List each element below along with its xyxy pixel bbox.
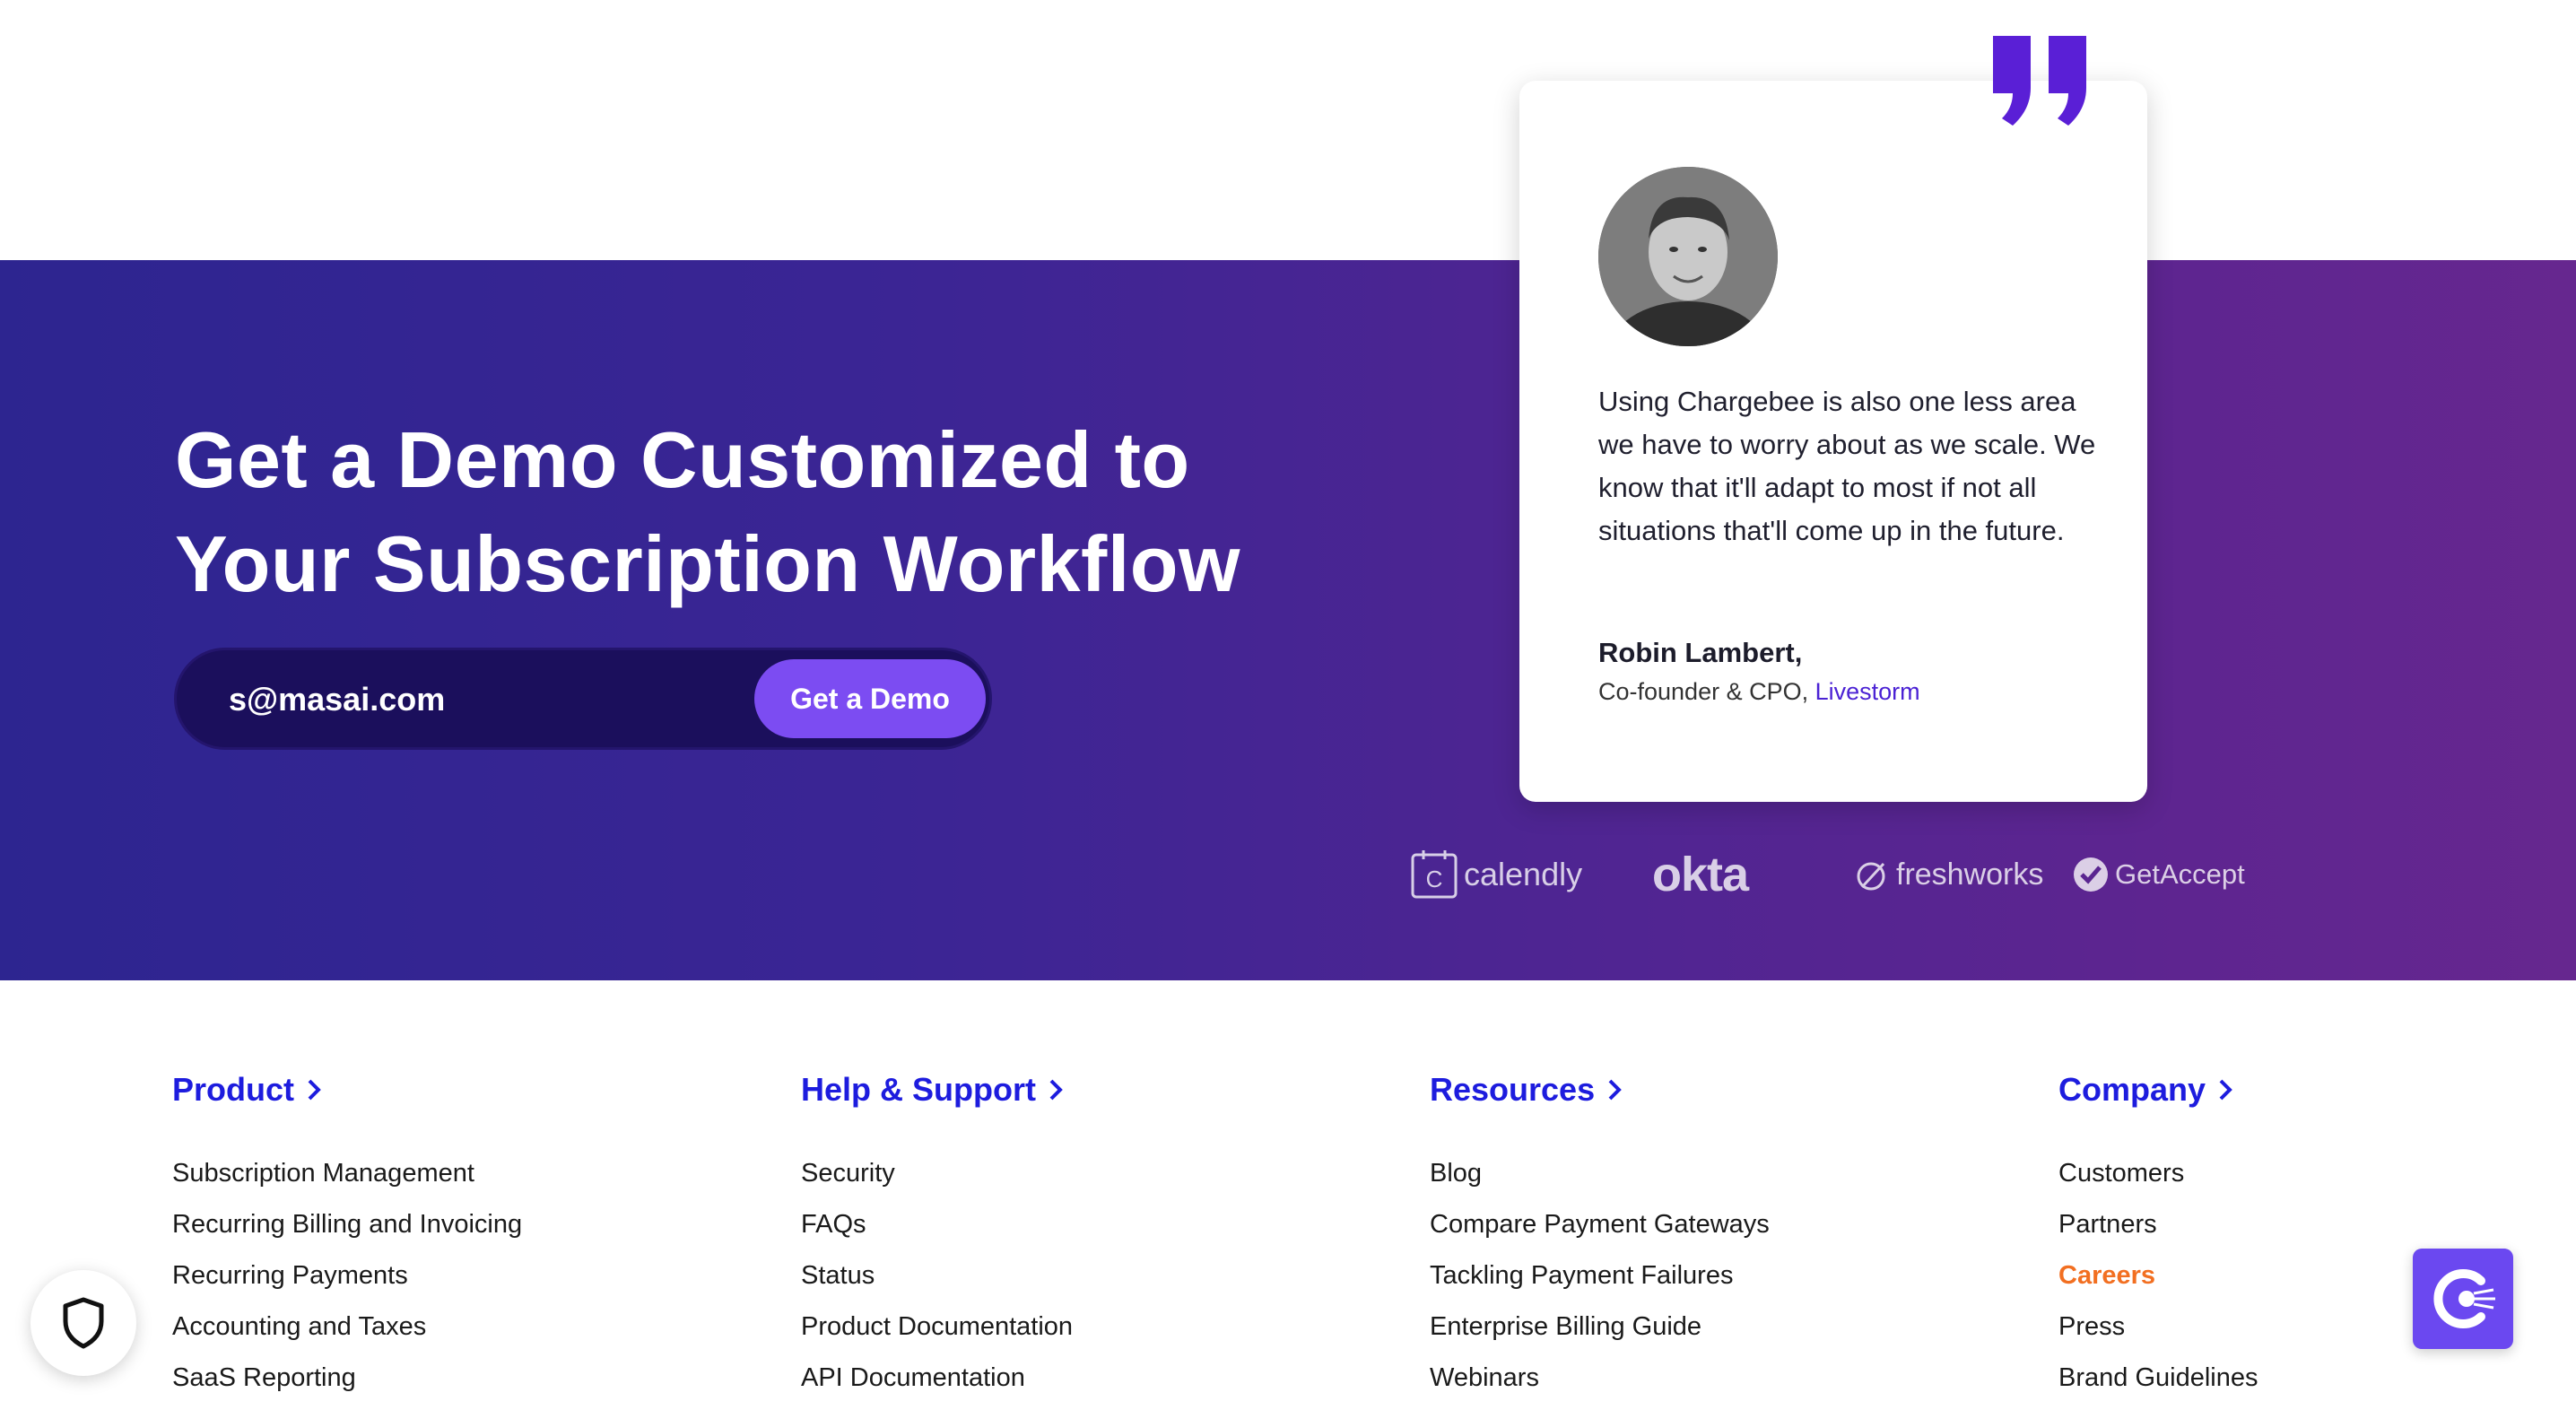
- footer-link[interactable]: Customers: [2058, 1148, 2258, 1199]
- shield-icon: [63, 1297, 104, 1349]
- chevron-right-icon: [308, 1079, 321, 1101]
- chargebee-chat-icon: [2433, 1269, 2495, 1328]
- freshworks-logo: freshworks: [1855, 843, 2043, 906]
- privacy-shield-button[interactable]: [30, 1270, 136, 1376]
- testimonial-company-link[interactable]: Livestorm: [1815, 678, 1920, 705]
- calendly-wordmark: calendly: [1464, 856, 1583, 892]
- footer-link[interactable]: Recurring Payments: [172, 1250, 522, 1301]
- footer-heading-label: Resources: [1430, 1071, 1596, 1108]
- footer-column-product: Product Subscription Management Recurrin…: [172, 1067, 522, 1404]
- testimonial-role-text: Co-founder & CPO,: [1598, 678, 1815, 705]
- footer-link[interactable]: Security: [801, 1148, 1073, 1199]
- footer-link[interactable]: Enterprise Billing Guide: [1430, 1301, 1770, 1353]
- footer-link[interactable]: FAQs: [801, 1199, 1073, 1250]
- getaccept-logo: GetAccept: [2072, 843, 2245, 906]
- getaccept-check-icon: [2074, 857, 2108, 892]
- footer-list-company: Customers Partners Careers Press Brand G…: [2058, 1148, 2258, 1404]
- chat-widget-button[interactable]: [2413, 1249, 2513, 1349]
- avatar-portrait: [1598, 167, 1778, 346]
- okta-wordmark: okta: [1652, 848, 1749, 901]
- calendly-logo: C calendly: [1410, 843, 1582, 906]
- hero-title: Get a Demo Customized to Your Subscripti…: [175, 408, 1341, 616]
- footer-heading-label: Product: [172, 1071, 295, 1108]
- footer-link[interactable]: Webinars: [1430, 1353, 1770, 1404]
- hero-title-line-2: Your Subscription Workflow: [175, 519, 1240, 608]
- testimonial-quote: Using Chargebee is also one less area we…: [1598, 386, 2096, 546]
- getaccept-wordmark: GetAccept: [2115, 858, 2245, 890]
- demo-email-form: Get a Demo: [174, 648, 992, 750]
- footer-link[interactable]: API Documentation: [801, 1353, 1073, 1404]
- calendly-icon: C: [1411, 850, 1458, 899]
- footer-heading-company[interactable]: Company: [2058, 1067, 2258, 1112]
- testimonial-card: Using Chargebee is also one less area we…: [1519, 81, 2147, 802]
- freshworks-leaf-icon: [1857, 862, 1885, 891]
- footer-heading-label: Company: [2058, 1071, 2206, 1108]
- chevron-right-icon: [1049, 1079, 1063, 1101]
- footer-list-resources: Blog Compare Payment Gateways Tackling P…: [1430, 1148, 1770, 1404]
- footer-heading-label: Help & Support: [801, 1071, 1036, 1108]
- footer-link[interactable]: Press: [2058, 1301, 2258, 1353]
- freshworks-wordmark: freshworks: [1896, 857, 2044, 892]
- hero-title-line-1: Get a Demo Customized to: [175, 415, 1190, 504]
- customer-logos: C calendly okta freshworks GetAccept: [0, 843, 2576, 906]
- testimonial-author-role: Co-founder & CPO, Livestorm: [1598, 678, 1920, 706]
- get-demo-button[interactable]: Get a Demo: [754, 659, 986, 738]
- footer-link[interactable]: Product Documentation: [801, 1301, 1073, 1353]
- quote-mark-icon: [1993, 36, 2086, 126]
- footer-heading-resources[interactable]: Resources: [1430, 1067, 1770, 1112]
- testimonial-author-name: Robin Lambert,: [1598, 637, 1803, 668]
- footer-link[interactable]: Blog: [1430, 1148, 1770, 1199]
- footer-list-help-support: Security FAQs Status Product Documentati…: [801, 1148, 1073, 1404]
- footer-link[interactable]: Accounting and Taxes: [172, 1301, 522, 1353]
- svg-text:C: C: [1426, 866, 1443, 892]
- footer-heading-product[interactable]: Product: [172, 1067, 522, 1112]
- email-input[interactable]: [229, 677, 731, 722]
- footer-link[interactable]: Status: [801, 1250, 1073, 1301]
- footer-list-product: Subscription Management Recurring Billin…: [172, 1148, 522, 1404]
- avatar: [1598, 167, 1778, 346]
- footer-link[interactable]: Subscription Management: [172, 1148, 522, 1199]
- footer-link[interactable]: Partners: [2058, 1199, 2258, 1250]
- footer-link[interactable]: SaaS Reporting: [172, 1353, 522, 1404]
- footer-column-company: Company Customers Partners Careers Press…: [2058, 1067, 2258, 1404]
- footer-link-careers[interactable]: Careers: [2058, 1250, 2258, 1301]
- footer-link[interactable]: Recurring Billing and Invoicing: [172, 1199, 522, 1250]
- footer-link[interactable]: Brand Guidelines: [2058, 1353, 2258, 1404]
- chevron-right-icon: [2219, 1079, 2232, 1101]
- footer-column-help-support: Help & Support Security FAQs Status Prod…: [801, 1067, 1073, 1404]
- footer-link[interactable]: Tackling Payment Failures: [1430, 1250, 1770, 1301]
- footer-heading-help-support[interactable]: Help & Support: [801, 1067, 1073, 1112]
- footer-column-resources: Resources Blog Compare Payment Gateways …: [1430, 1067, 1770, 1404]
- chevron-right-icon: [1608, 1079, 1622, 1101]
- okta-logo: okta: [1652, 843, 1749, 906]
- footer-link[interactable]: Compare Payment Gateways: [1430, 1199, 1770, 1250]
